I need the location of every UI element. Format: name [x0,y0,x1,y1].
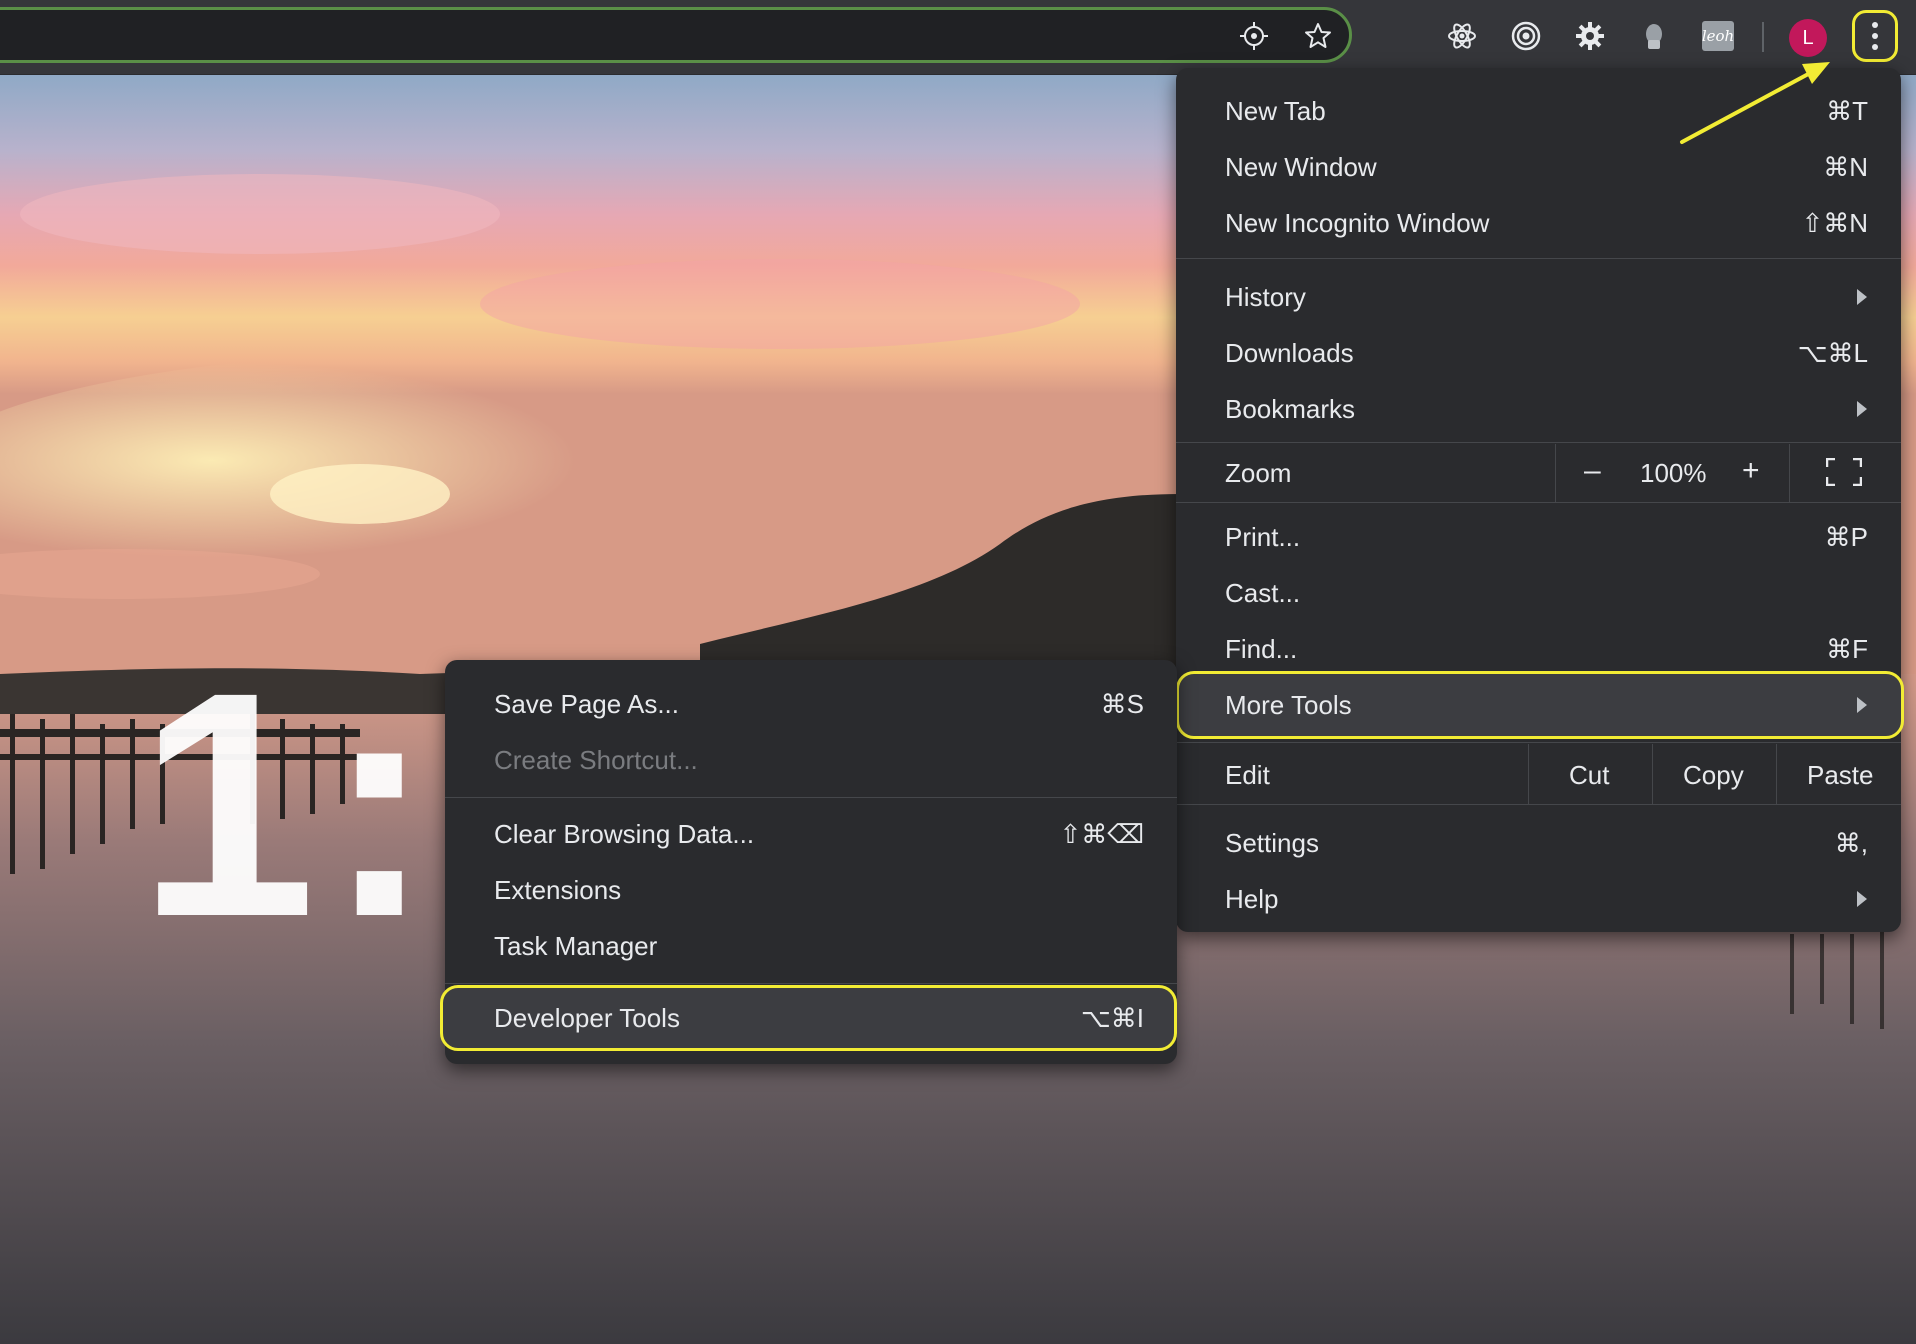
menu-item-cast[interactable]: Cast... [1176,565,1901,621]
submenu-arrow-icon [1857,401,1867,417]
menu-item-label: New Incognito Window [1225,207,1490,238]
menu-edit-row: Edit Cut Copy Paste [1176,744,1901,804]
edit-divider [1528,744,1529,804]
toolbar-separator [1762,22,1764,52]
menu-item-save-page[interactable]: Save Page As... ⌘S [445,676,1177,732]
zoom-divider [1789,444,1790,502]
shortcut-label: ⌘N [1823,151,1868,182]
menu-item-create-shortcut: Create Shortcut... [445,732,1177,788]
menu-item-label: Print... [1225,521,1301,552]
menu-item-find[interactable]: Find... ⌘F [1176,621,1901,677]
zoom-out-button[interactable]: – [1584,454,1601,488]
menu-item-label: Cast... [1225,577,1301,608]
zoom-in-button[interactable]: + [1742,454,1760,488]
submenu-arrow-icon [1857,289,1867,305]
star-icon[interactable] [1300,18,1336,54]
copy-button[interactable]: Copy [1683,760,1744,791]
edit-label: Edit [1225,760,1270,790]
shortcut-label: ⌘P [1824,521,1868,552]
submenu-arrow-icon [1857,697,1867,713]
chrome-main-menu: New Tab ⌘T New Window ⌘N New Incognito W… [1176,68,1904,932]
menu-item-label: Extensions [494,874,622,905]
menu-item-label: Save Page As... [494,688,680,719]
shortcut-label: ⌘T [1826,95,1868,126]
address-bar[interactable] [0,7,1352,63]
menu-item-developer-tools[interactable]: Developer Tools ⌥⌘I [440,985,1177,1051]
menu-item-label: Bookmarks [1225,393,1356,424]
more-tools-submenu: Save Page As... ⌘S Create Shortcut... Cl… [440,660,1177,1064]
menu-item-settings[interactable]: Settings ⌘, [1176,815,1901,871]
crosshair-icon[interactable] [1236,18,1272,54]
menu-item-label: Create Shortcut... [494,744,698,775]
zoom-label: Zoom [1225,458,1292,488]
menu-item-label: Help [1225,883,1279,914]
kebab-dot [1872,22,1878,28]
menu-item-label: Find... [1225,633,1298,664]
menu-item-label: Developer Tools [494,1002,680,1033]
paste-button[interactable]: Paste [1807,760,1874,791]
zoom-divider [1555,444,1556,502]
menu-divider [1176,804,1901,805]
menu-zoom-row: Zoom – 100% + [1176,444,1901,502]
shortcut-label: ⇧⌘⌫ [1059,818,1144,849]
cut-button[interactable]: Cut [1569,760,1609,791]
gear-icon[interactable] [1572,18,1608,54]
menu-item-label: History [1225,281,1306,312]
menu-divider [1176,258,1901,259]
chrome-menu-button[interactable] [1852,10,1898,62]
shortcut-label: ⌘, [1834,827,1868,858]
menu-item-downloads[interactable]: Downloads ⌥⌘L [1176,325,1901,381]
wallpaper-clock-text: 1: [138,625,443,983]
menu-item-extensions[interactable]: Extensions [445,862,1177,918]
leoh-label: leoh [1702,21,1734,51]
menu-item-label: Task Manager [494,930,658,961]
kebab-dot [1872,44,1878,50]
edit-divider [1776,744,1777,804]
zoom-level-value: 100% [1640,458,1707,488]
shortcut-label: ⌘F [1826,633,1868,664]
menu-item-label: New Window [1225,151,1377,182]
menu-item-label: Downloads [1225,337,1354,368]
menu-divider [445,797,1177,798]
submenu-arrow-icon [1857,891,1867,907]
menu-item-label: Settings [1225,827,1319,858]
menu-item-print[interactable]: Print... ⌘P [1176,509,1901,565]
menu-item-help[interactable]: Help [1176,871,1901,927]
edit-divider [1652,744,1653,804]
shortcut-label: ⇧⌘N [1801,207,1868,238]
menu-item-label: New Tab [1225,95,1326,126]
browser-toolbar: leoh L [0,0,1916,75]
menu-item-task-manager[interactable]: Task Manager [445,918,1177,974]
target-icon[interactable] [1508,18,1544,54]
menu-divider [445,983,1177,984]
shortcut-label: ⌥⌘L [1797,337,1868,368]
menu-item-new-incognito[interactable]: New Incognito Window ⇧⌘N [1176,195,1901,251]
menu-item-label: More Tools [1225,689,1352,720]
shortcut-label: ⌥⌘I [1080,1002,1144,1033]
leoh-icon[interactable]: leoh [1700,18,1736,54]
menu-item-clear-browsing-data[interactable]: Clear Browsing Data... ⇧⌘⌫ [445,806,1177,862]
menu-item-new-tab[interactable]: New Tab ⌘T [1176,83,1901,139]
shortcut-label: ⌘S [1100,688,1144,719]
menu-divider [1176,742,1901,743]
menu-divider [1176,502,1901,503]
bulb-icon[interactable] [1636,18,1672,54]
menu-item-bookmarks[interactable]: Bookmarks [1176,381,1901,437]
menu-item-history[interactable]: History [1176,269,1901,325]
menu-item-more-tools[interactable]: More Tools [1176,671,1904,739]
menu-item-new-window[interactable]: New Window ⌘N [1176,139,1901,195]
fullscreen-icon[interactable] [1825,457,1863,487]
menu-divider [1176,442,1901,443]
react-atom-icon[interactable] [1444,18,1480,54]
profile-avatar[interactable]: L [1789,19,1827,57]
kebab-dot [1872,33,1878,39]
menu-item-label: Clear Browsing Data... [494,818,755,849]
